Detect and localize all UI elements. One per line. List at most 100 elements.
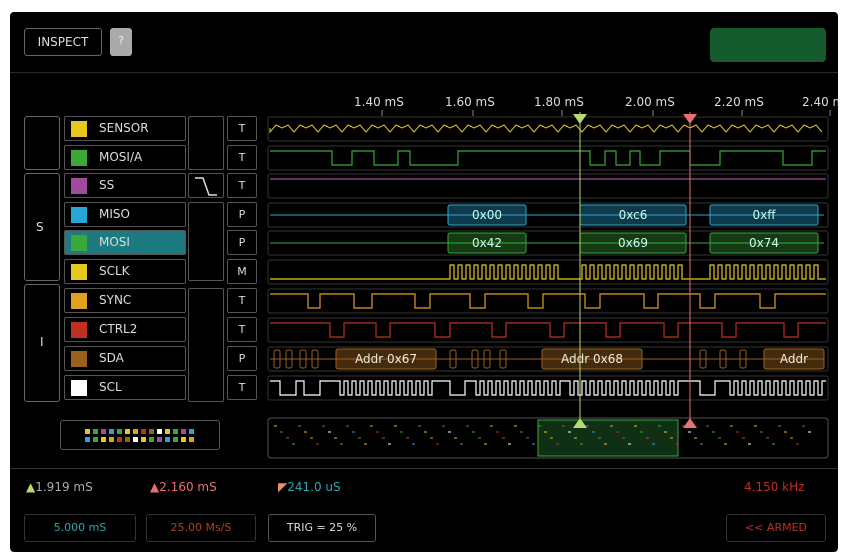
inspect-button[interactable]: INSPECT	[24, 28, 102, 56]
trace-lane	[267, 317, 829, 343]
legend-cell	[141, 429, 146, 434]
sda-value: Addr 0x67	[355, 352, 417, 366]
frequency-readout: 4.150 kHz	[744, 480, 805, 494]
sync-trace	[270, 293, 826, 309]
channel-label: SENSOR	[99, 121, 149, 135]
legend-cell	[85, 429, 90, 434]
channel-ctrl2[interactable]: CTRL2	[64, 317, 186, 342]
group-label: I	[40, 335, 44, 349]
status-indicator	[710, 28, 826, 62]
legend-cell	[125, 429, 130, 434]
miso-value: 0xff	[752, 208, 776, 222]
channel-label: SCLK	[99, 264, 130, 278]
legend-cell	[181, 437, 186, 442]
channel-color-swatch	[71, 121, 87, 137]
trigger-cell[interactable]	[188, 288, 224, 402]
legend-cell	[117, 429, 122, 434]
legend-cell	[93, 437, 98, 442]
mosi-a-trace	[270, 150, 826, 166]
delta-readout: ◤241.0 uS	[278, 480, 341, 494]
channel-overview-legend[interactable]	[60, 420, 220, 450]
legend-cell	[157, 437, 162, 442]
cursor-a-icon: ▲	[26, 480, 36, 494]
cursor-a-readout: ▲1.919 mS	[26, 480, 93, 494]
channel-mosi-a[interactable]: MOSI/A	[64, 145, 186, 170]
overview-window	[537, 419, 679, 457]
trace-lane	[267, 173, 829, 199]
channel-color-swatch	[71, 380, 87, 396]
trace-lane	[267, 288, 829, 314]
channel-label: MISO	[99, 207, 130, 221]
channel-mode[interactable]: T	[227, 116, 257, 141]
legend-cell	[141, 437, 146, 442]
channel-mode[interactable]: P	[227, 346, 257, 371]
miso-value: 0x00	[472, 208, 502, 222]
channel-color-swatch	[71, 178, 87, 194]
legend-cell	[149, 437, 154, 442]
sclk-trace	[270, 264, 826, 280]
channel-color-swatch	[71, 207, 87, 223]
channel-mode[interactable]: T	[227, 317, 257, 342]
time-tick-label: 1.60 mS	[445, 95, 495, 109]
armed-button[interactable]: << ARMED	[726, 514, 826, 542]
legend-cell	[165, 437, 170, 442]
group-box-1[interactable]	[24, 116, 60, 170]
trace-lane	[267, 259, 829, 285]
legend-cell	[149, 429, 154, 434]
channel-color-swatch	[71, 293, 87, 309]
cursor-b-icon: ▲	[150, 480, 160, 494]
legend-cell	[125, 437, 130, 442]
trigger-cell[interactable]	[188, 202, 224, 281]
miso-value: 0xc6	[619, 208, 648, 222]
channel-mode[interactable]: M	[227, 259, 257, 284]
trigger-cell-ss[interactable]	[188, 173, 224, 198]
header-divider	[10, 72, 838, 73]
channel-sclk[interactable]: SCLK	[64, 259, 186, 284]
channel-mode[interactable]: P	[227, 230, 257, 255]
waveform-display[interactable]: 1.40 mS 1.60 mS 1.80 mS 2.00 mS 2.20 mS 2.40 …	[260, 88, 838, 468]
channel-scl[interactable]: SCL	[64, 375, 186, 400]
channel-color-swatch	[71, 150, 87, 166]
help-button[interactable]: ?	[110, 28, 132, 56]
channel-color-swatch	[71, 351, 87, 367]
mosi-value: 0x69	[618, 236, 648, 250]
channel-label: SCL	[99, 380, 122, 394]
falling-edge-icon	[195, 177, 217, 196]
channel-mode[interactable]: P	[227, 202, 257, 227]
legend-cell	[109, 437, 114, 442]
channel-sync[interactable]: SYNC	[64, 288, 186, 313]
delta-icon: ◤	[278, 480, 288, 494]
time-tick-label: 1.40 mS	[354, 95, 404, 109]
legend-cell	[109, 429, 114, 434]
trigger-button[interactable]: TRIG = 25 %	[268, 514, 376, 542]
legend-cell	[173, 437, 178, 442]
cursor-b-marker	[683, 114, 697, 124]
sample-rate-button[interactable]: 25.00 Ms/S	[146, 514, 256, 542]
channel-ss[interactable]: SS	[64, 173, 186, 198]
legend-cell	[189, 437, 194, 442]
channel-mode[interactable]: T	[227, 145, 257, 170]
cursor-a-marker	[573, 114, 587, 124]
channel-mosi[interactable]: MOSI	[64, 230, 186, 255]
sda-value: Addr 0x68	[561, 352, 623, 366]
channel-miso[interactable]: MISO	[64, 202, 186, 227]
channel-mode[interactable]: T	[227, 288, 257, 313]
group-box-s[interactable]: S	[24, 173, 60, 281]
analyzer-screen: INSPECT ? S I SENSOR MOSI/A SS MISO MOSI…	[10, 12, 838, 552]
mosi-value: 0x74	[749, 236, 779, 250]
channel-sda[interactable]: SDA	[64, 346, 186, 371]
channel-color-swatch	[71, 264, 87, 280]
channel-mode[interactable]: T	[227, 375, 257, 400]
trigger-cell[interactable]	[188, 116, 224, 170]
channel-color-swatch	[71, 235, 87, 251]
channel-mode[interactable]: T	[227, 173, 257, 198]
group-box-i[interactable]: I	[24, 284, 60, 402]
sda-value: Addr	[780, 352, 808, 366]
legend-cell	[117, 437, 122, 442]
channel-sensor[interactable]: SENSOR	[64, 116, 186, 141]
ctrl2-trace	[270, 322, 826, 338]
legend-cell	[133, 437, 138, 442]
cursor-b-readout: ▲2.160 mS	[150, 480, 217, 494]
timebase-button[interactable]: 5.000 mS	[24, 514, 136, 542]
channel-label: SDA	[99, 351, 124, 365]
